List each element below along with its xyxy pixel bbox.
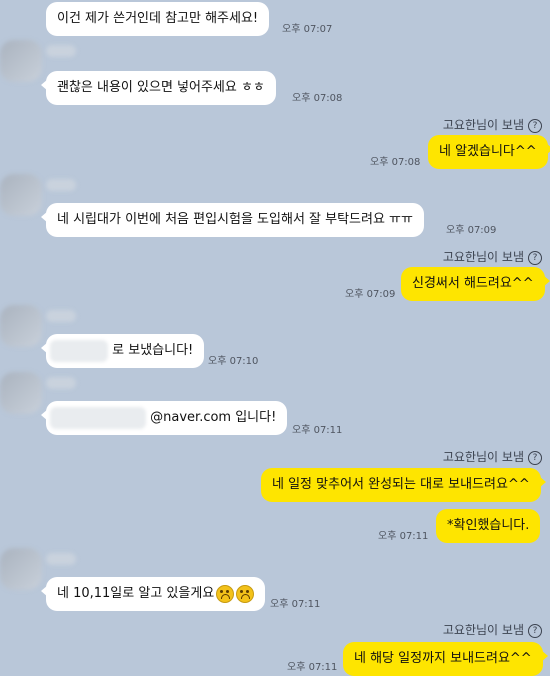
- message-bubble[interactable]: @naver.com 입니다!: [40, 401, 288, 435]
- upside-down-smile-emoji-icon: [236, 584, 255, 603]
- sent-by-label: 고요한님이 보냄?: [443, 448, 542, 465]
- message-time: 오후 07:07: [282, 24, 333, 35]
- message-bubble[interactable]: 이건 제가 쓴거인데 참고만 해주세요!: [46, 2, 270, 36]
- avatar[interactable]: [0, 174, 42, 216]
- help-icon[interactable]: ?: [528, 450, 542, 465]
- message-time: 오후 07:11: [270, 599, 321, 610]
- sender-name-blurred: [46, 45, 76, 57]
- message-time: 오후 07:09: [446, 225, 497, 236]
- sender-name-blurred: [46, 377, 76, 389]
- message-bubble[interactable]: *확인했습니다.: [436, 509, 541, 543]
- sent-by-label: 고요한님이 보냄?: [443, 621, 542, 638]
- message-time: 오후 07:11: [378, 531, 429, 542]
- avatar[interactable]: [0, 305, 42, 347]
- message-bubble[interactable]: 네 10,11일로 알고 있을게요: [40, 577, 266, 611]
- message-bubble[interactable]: 네 해당 일정까지 보내드려요^^: [343, 642, 548, 676]
- message-time: 오후 07:10: [208, 356, 259, 367]
- sender-name-blurred: [46, 310, 76, 322]
- message-bubble[interactable]: 신경써서 해드려요^^: [401, 267, 550, 301]
- message-time: 오후 07:11: [292, 425, 343, 436]
- sent-by-label: 고요한님이 보냄?: [443, 248, 542, 265]
- message-time: 오후 07:08: [370, 157, 421, 168]
- avatar[interactable]: [0, 372, 42, 414]
- message-bubble[interactable]: 로 보냈습니다!: [40, 334, 205, 368]
- sender-name-blurred: [46, 553, 76, 565]
- message-time: 오후 07:08: [292, 93, 343, 104]
- sent-by-label: 고요한님이 보냄?: [443, 116, 542, 133]
- message-time: 오후 07:11: [287, 662, 338, 673]
- message-bubble[interactable]: 네 시립대가 이번에 처음 편입시험을 도입해서 잘 부탁드려요 ㅠㅠ: [41, 203, 424, 237]
- help-icon[interactable]: ?: [528, 250, 542, 265]
- avatar[interactable]: [0, 40, 42, 82]
- message-time: 오후 07:09: [345, 289, 396, 300]
- message-bubble[interactable]: 괜찮은 내용이 있으면 넣어주세요 ㅎㅎ: [41, 71, 276, 105]
- avatar[interactable]: [0, 548, 42, 590]
- sender-name-blurred: [46, 179, 76, 191]
- message-bubble[interactable]: 네 알겠습니다^^: [428, 135, 550, 169]
- help-icon[interactable]: ?: [528, 623, 542, 638]
- redacted-text: [50, 339, 108, 362]
- upside-down-smile-emoji-icon: [216, 584, 235, 603]
- message-bubble[interactable]: 네 일정 맞추어서 완성되는 대로 보내드려요^^: [261, 468, 546, 502]
- help-icon[interactable]: ?: [528, 118, 542, 133]
- redacted-text: [50, 406, 146, 429]
